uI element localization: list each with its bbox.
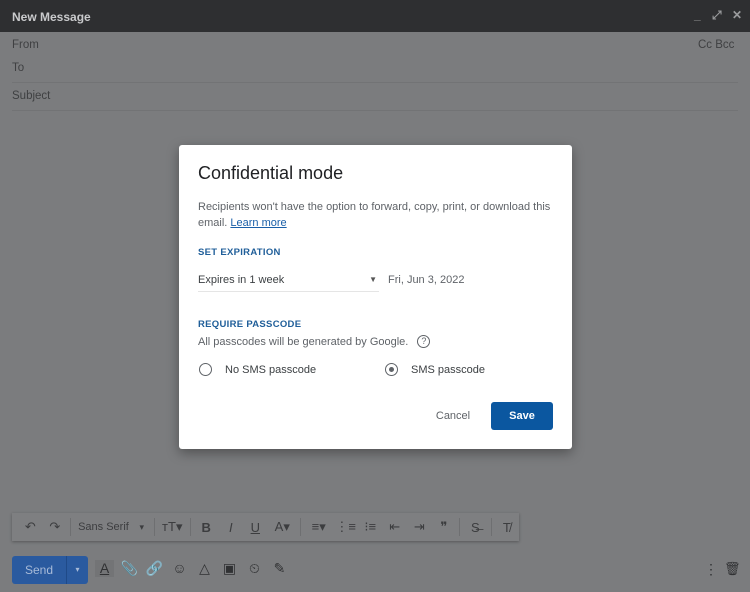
compose-header: New Message _ ⤢ ✕ (0, 0, 750, 32)
attach-icon[interactable]: 📎 (120, 560, 139, 577)
clear-formatting-icon[interactable]: T̸ (495, 520, 520, 535)
confidential-mode-icon[interactable]: ⏲ (245, 560, 264, 577)
send-label[interactable]: Send (12, 556, 67, 584)
cc-bcc-link[interactable]: Cc Bcc (698, 39, 734, 51)
strikethrough-icon[interactable]: S̶ (463, 520, 488, 535)
bold-icon[interactable]: B (194, 520, 219, 535)
indent-less-icon[interactable]: ⇤ (382, 519, 407, 535)
more-options-icon[interactable]: ⋮ (704, 561, 718, 578)
passcode-heading: REQUIRE PASSCODE (198, 319, 302, 330)
cancel-button[interactable]: Cancel (427, 403, 479, 429)
help-icon[interactable]: ? (417, 335, 431, 348)
bottom-actions: A 📎 🔗 ☺ △ ▣ ⏲ ✎ (95, 560, 289, 577)
send-button[interactable]: Send ▾ (12, 556, 88, 584)
undo-icon[interactable]: ↶ (18, 519, 43, 535)
dialog-description: Recipients won't have the option to forw… (198, 199, 553, 231)
learn-more-link[interactable]: Learn more (230, 217, 286, 229)
radio-circle-selected[interactable] (385, 363, 398, 376)
redo-icon[interactable]: ↷ (43, 519, 68, 535)
link-icon[interactable]: 🔗 (145, 560, 164, 577)
minimize-icon[interactable]: _ (694, 8, 701, 22)
expiration-select[interactable]: Expires in 1 week ▼ (198, 274, 379, 292)
close-icon[interactable]: ✕ (732, 8, 742, 22)
text-size-icon[interactable]: ᴛT▾ (158, 519, 187, 535)
discard-icon[interactable]: 🗑 (724, 561, 741, 577)
divider (12, 110, 738, 111)
divider (12, 82, 738, 83)
text-color-icon[interactable]: A▾ (268, 519, 297, 535)
from-field[interactable]: From (12, 39, 39, 51)
expiration-value: Expires in 1 week (198, 274, 285, 286)
dropdown-arrow-icon: ▼ (369, 275, 377, 284)
save-button[interactable]: Save (491, 402, 553, 430)
underline-icon[interactable]: U (243, 520, 268, 535)
radio-label: SMS passcode (411, 363, 485, 376)
radio-circle[interactable] (199, 363, 212, 376)
confidential-mode-dialog: Confidential mode Recipients won't have … (179, 145, 572, 449)
emoji-icon[interactable]: ☺ (170, 560, 189, 577)
passcode-note-text: All passcodes will be generated by Googl… (198, 335, 409, 348)
photo-icon[interactable]: ▣ (220, 560, 239, 577)
formatting-options-icon[interactable]: A (95, 560, 114, 577)
subject-field[interactable]: Subject (12, 90, 50, 102)
numbered-list-icon[interactable]: ⋮≡ (333, 519, 358, 535)
align-icon[interactable]: ≡▾ (304, 519, 333, 535)
font-arrow-icon[interactable]: ▾ (133, 522, 151, 533)
to-field[interactable]: To (12, 62, 24, 74)
italic-icon[interactable]: I (219, 520, 244, 535)
dialog-title: Confidential mode (198, 163, 344, 183)
window-title: New Message (12, 10, 91, 24)
radio-sms-passcode[interactable]: SMS passcode (385, 363, 485, 376)
formatting-toolbar: ↶ ↷ Sans Serif ▾ ᴛT▾ B I U A▾ ≡▾ ⋮≡ ⁝≡ ⇤… (12, 513, 519, 541)
bulleted-list-icon[interactable]: ⁝≡ (358, 519, 383, 535)
radio-no-sms-passcode[interactable]: No SMS passcode (199, 363, 316, 376)
passcode-note: All passcodes will be generated by Googl… (198, 335, 431, 348)
radio-label: No SMS passcode (225, 363, 317, 376)
quote-icon[interactable]: ❞ (432, 519, 457, 535)
expiration-date: Fri, Jun 3, 2022 (388, 274, 465, 286)
expiration-heading: SET EXPIRATION (198, 247, 281, 258)
expand-icon[interactable]: ⤢ (712, 8, 722, 23)
indent-more-icon[interactable]: ⇥ (407, 519, 432, 535)
send-options-icon[interactable]: ▾ (67, 556, 88, 584)
font-select[interactable]: Sans Serif (74, 521, 133, 533)
drive-icon[interactable]: △ (195, 560, 214, 577)
signature-icon[interactable]: ✎ (270, 560, 289, 577)
